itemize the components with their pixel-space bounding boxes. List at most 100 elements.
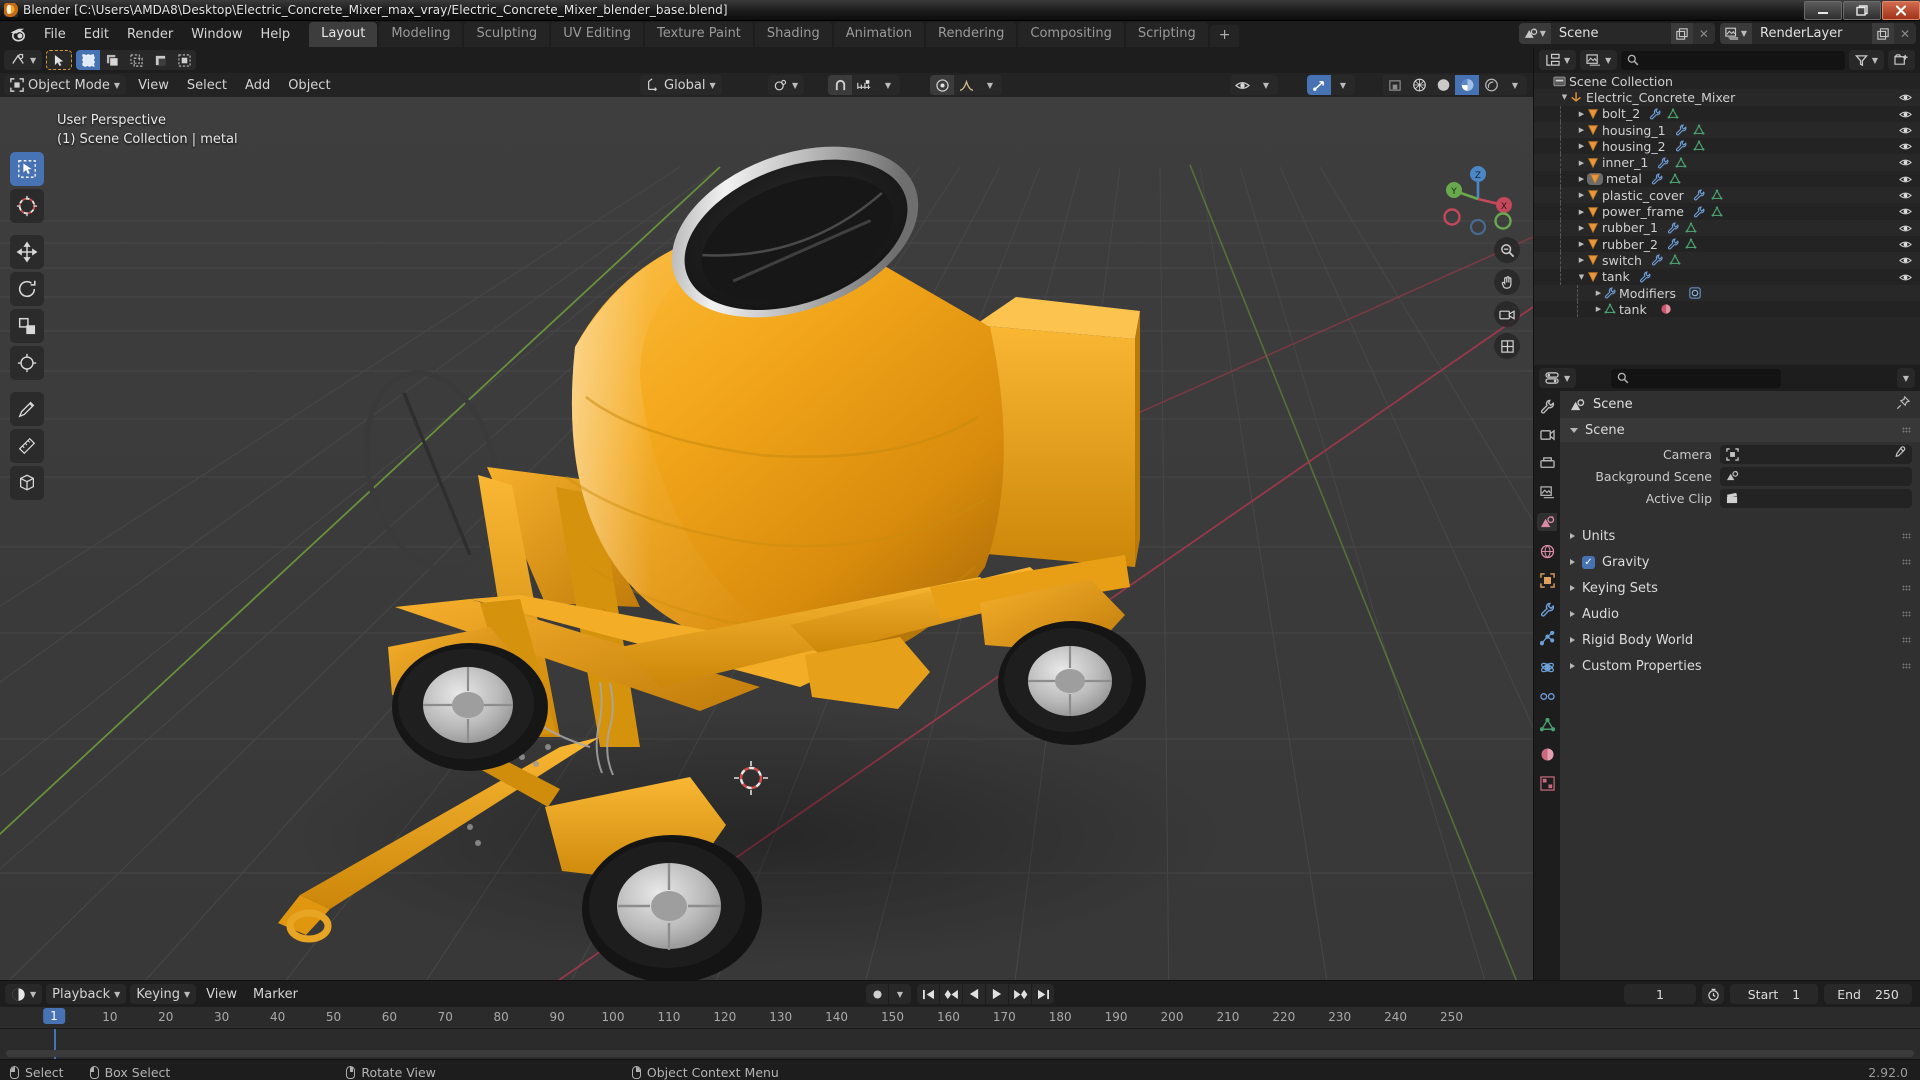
active-clip-input[interactable] xyxy=(1720,488,1912,508)
pivot-point-selector[interactable]: ▼ xyxy=(768,75,805,95)
viewlayer-name[interactable]: RenderLayer xyxy=(1752,23,1872,44)
disclosure-triangle-icon[interactable]: ▶ xyxy=(1593,305,1604,313)
tool-annotate[interactable] xyxy=(10,392,44,426)
outliner-search-input[interactable] xyxy=(1621,50,1845,70)
close-button[interactable] xyxy=(1882,1,1920,20)
select-intersect-icon[interactable] xyxy=(172,50,197,70)
disclosure-triangle-icon[interactable]: ▼ xyxy=(1559,93,1570,101)
viewlayer-selector[interactable]: ▼ RenderLayer ✕ xyxy=(1719,23,1916,44)
timeline-scrollbar[interactable] xyxy=(6,1050,1914,1057)
disclosure-triangle-icon[interactable]: ▶ xyxy=(1576,240,1587,248)
tool-cursor[interactable] xyxy=(10,189,44,223)
viewport-render[interactable] xyxy=(0,47,1533,980)
disclosure-triangle-icon[interactable]: ▶ xyxy=(1576,159,1587,167)
wrench-icon[interactable] xyxy=(1657,157,1669,169)
mesh-data-icon[interactable] xyxy=(1711,189,1723,201)
toggle-ortho-icon[interactable] xyxy=(1494,333,1520,359)
auto-keyframe-chevron-icon[interactable]: ▼ xyxy=(889,984,911,1004)
start-frame-field[interactable]: Start 1 xyxy=(1730,984,1818,1004)
pin-icon[interactable] xyxy=(1896,395,1911,414)
tool-measure[interactable] xyxy=(10,429,44,463)
tool-select-box[interactable] xyxy=(10,152,44,186)
eye-icon[interactable] xyxy=(1899,238,1912,253)
falloff-chevron-icon[interactable]: ▼ xyxy=(978,75,1002,95)
tab-scene[interactable] xyxy=(1537,513,1557,531)
mesh-data-icon[interactable] xyxy=(1711,205,1723,218)
visibility-chevron-icon[interactable]: ▼ xyxy=(1254,75,1278,95)
disclosure-triangle-icon[interactable]: ▶ xyxy=(1576,126,1587,134)
use-preview-range-icon[interactable] xyxy=(1702,984,1724,1004)
editor-type-selector[interactable]: ▼ xyxy=(4,50,43,70)
gravity-checkbox[interactable]: ✓ xyxy=(1582,555,1595,569)
rendered-shading-icon[interactable] xyxy=(1479,75,1503,95)
properties-options-button[interactable]: ▼ xyxy=(1896,368,1915,388)
wrench-icon[interactable] xyxy=(1675,124,1687,136)
disclosure-triangle-icon[interactable]: ▶ xyxy=(1576,110,1587,118)
timeline-menu-marker[interactable]: Marker xyxy=(247,984,304,1004)
proportional-edit-icon[interactable] xyxy=(930,75,954,95)
modifier-icon[interactable] xyxy=(1689,287,1701,299)
wrench-icon[interactable] xyxy=(1651,254,1663,266)
tab-particles[interactable] xyxy=(1537,629,1557,647)
tool-rotate[interactable] xyxy=(10,272,44,306)
eye-icon[interactable] xyxy=(1899,173,1912,188)
tab-uv-editing[interactable]: UV Editing xyxy=(551,22,644,47)
tab-texture-paint[interactable]: Texture Paint xyxy=(645,22,753,47)
outliner-row[interactable]: ▼ tank xyxy=(1534,268,1920,285)
new-scene-button[interactable] xyxy=(1670,23,1693,44)
wrench-icon[interactable] xyxy=(1693,205,1705,218)
tab-output[interactable] xyxy=(1537,455,1557,473)
disclosure-triangle-icon[interactable]: ▶ xyxy=(1576,224,1587,232)
outliner-row[interactable]: ▶ power_frame xyxy=(1534,203,1920,220)
solid-shading-icon[interactable] xyxy=(1431,75,1455,95)
tab-sculpting[interactable]: Sculpting xyxy=(464,22,550,47)
tab-compositing[interactable]: Compositing xyxy=(1018,22,1124,47)
disclosure-triangle-icon[interactable]: ▶ xyxy=(1576,142,1587,150)
renderlayers-icon[interactable]: ▼ xyxy=(1719,23,1752,44)
mesh-data-icon[interactable] xyxy=(1669,173,1681,185)
panel-custom-properties-header[interactable]: Custom Properties xyxy=(1560,654,1920,678)
wrench-icon[interactable] xyxy=(1667,222,1679,234)
play-reverse-button[interactable] xyxy=(963,984,985,1004)
3d-viewport[interactable]: ▼ Object Mode ▼ View Select Add Object G… xyxy=(0,47,1533,980)
menu-edit[interactable]: Edit xyxy=(75,24,118,45)
disclosure-triangle-icon[interactable]: ▼ xyxy=(1576,273,1587,281)
eye-icon[interactable] xyxy=(1899,222,1912,237)
disclosure-triangle-icon[interactable]: ▶ xyxy=(1576,256,1587,264)
timeline-ruler[interactable]: 10 20 30 40 50 60 70 80 90 100 110 120 130 140 150 160 1… xyxy=(0,1007,1920,1029)
tool-add-cube[interactable] xyxy=(10,466,44,500)
outliner-row[interactable]: ▶ rubber_1 xyxy=(1534,219,1920,237)
navigation-gizmo[interactable]: Z X Y xyxy=(1433,155,1523,239)
scene-name[interactable]: Scene xyxy=(1550,23,1671,44)
background-scene-input[interactable] xyxy=(1720,466,1912,486)
camera-view-icon[interactable] xyxy=(1494,301,1520,327)
outliner-row[interactable]: ▶ bolt_2 xyxy=(1534,105,1920,122)
wrench-icon[interactable] xyxy=(1675,140,1687,152)
panel-audio-header[interactable]: Audio xyxy=(1560,602,1920,626)
outliner-row[interactable]: ▶ housing_2 xyxy=(1534,138,1920,155)
tab-modifiers[interactable] xyxy=(1537,600,1557,618)
tab-world[interactable] xyxy=(1537,542,1557,560)
snap-chevron-icon[interactable]: ▼ xyxy=(876,75,900,95)
auto-keyframe-icon[interactable] xyxy=(866,984,888,1004)
tweak-tool-button[interactable] xyxy=(46,50,73,70)
wrench-icon[interactable] xyxy=(1649,108,1661,120)
jump-to-end-button[interactable] xyxy=(1032,984,1054,1004)
select-invert-icon[interactable] xyxy=(148,50,173,70)
outliner-row[interactable]: ▶ metal xyxy=(1534,170,1920,188)
mesh-data-icon[interactable] xyxy=(1685,238,1697,250)
tab-render[interactable] xyxy=(1537,426,1557,444)
outliner-row[interactable]: Scene Collection xyxy=(1534,73,1920,90)
new-viewlayer-button[interactable] xyxy=(1872,23,1894,44)
eye-icon[interactable] xyxy=(1899,254,1912,269)
timeline-playhead[interactable]: 1 xyxy=(43,1008,65,1024)
mesh-data-icon[interactable] xyxy=(1669,254,1681,266)
minimize-button[interactable] xyxy=(1804,1,1842,20)
tab-data[interactable] xyxy=(1537,716,1557,734)
select-subtract-icon[interactable] xyxy=(124,50,149,70)
snap-increment-icon[interactable] xyxy=(852,75,876,95)
timeline-menu-playback[interactable]: Playback ▼ xyxy=(46,984,127,1004)
wrench-icon[interactable] xyxy=(1693,189,1705,201)
viewport-menu-add[interactable]: Add xyxy=(239,75,276,95)
falloff-curve-icon[interactable] xyxy=(954,75,978,95)
